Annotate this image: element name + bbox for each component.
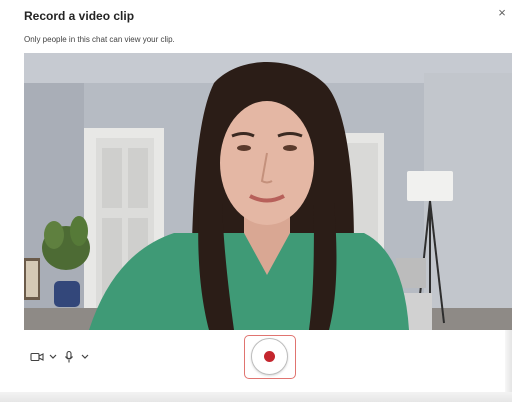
camera-preview <box>24 53 512 330</box>
record-button-focus-outline[interactable] <box>244 335 296 379</box>
dialog-title: Record a video clip <box>24 9 135 23</box>
microphone-icon[interactable] <box>64 350 74 364</box>
dialog-edge-shadow <box>505 330 512 392</box>
record-video-dialog: Record a video clip × Only people in thi… <box>0 0 512 402</box>
close-icon[interactable]: × <box>494 5 510 21</box>
camera-options-chevron-down-icon[interactable] <box>48 350 58 364</box>
dialog-subtitle: Only people in this chat can view your c… <box>24 35 175 44</box>
video-camera-icon[interactable] <box>30 350 44 364</box>
dialog-bottom-shadow <box>0 392 512 402</box>
record-dot-icon <box>264 351 275 362</box>
record-button[interactable] <box>251 338 288 375</box>
camera-preview-image <box>24 53 512 330</box>
recording-controls <box>24 330 512 390</box>
microphone-options-chevron-down-icon[interactable] <box>80 350 90 364</box>
